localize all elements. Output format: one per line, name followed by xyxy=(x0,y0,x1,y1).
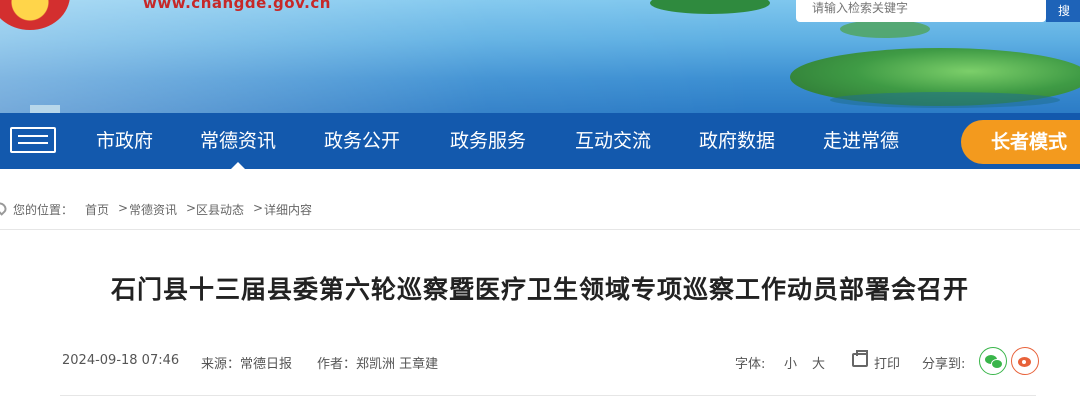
article-date: 2024-09-18 07:46 xyxy=(62,353,180,368)
location-icon xyxy=(0,200,9,216)
article-author: 作者：郑凯洲 王章建 xyxy=(317,357,439,372)
search-button[interactable]: 搜 xyxy=(1046,0,1080,22)
breadcrumb-item-county[interactable]: 区县动态 xyxy=(196,201,244,218)
banner-island xyxy=(840,20,930,38)
search-input[interactable] xyxy=(796,0,1036,22)
nav-item-government-affairs[interactable]: 政务公开 xyxy=(324,113,400,169)
share-label: 分享到: xyxy=(922,357,966,372)
print-icon[interactable] xyxy=(852,350,868,367)
font-large-button[interactable]: 大 xyxy=(812,353,825,372)
article-title: 石门县十三届县委第六轮巡察暨医疗卫生领域专项巡察工作动员部署会召开 xyxy=(110,275,969,304)
nav-item-interaction[interactable]: 互动交流 xyxy=(575,113,651,169)
meta-divider xyxy=(60,395,1036,396)
page: www.changde.gov.cn 搜 市政府 常德资讯 政务公开 政务服务 … xyxy=(0,0,1080,409)
nav-item-city-government[interactable]: 市政府 xyxy=(96,113,153,169)
elder-mode-button[interactable]: 长者模式 xyxy=(961,120,1080,164)
breadcrumb-item-detail: 详细内容 xyxy=(264,203,313,217)
nav-logo-icon[interactable] xyxy=(10,127,56,153)
nav-item-government-data[interactable]: 政府数据 xyxy=(699,113,775,169)
print-button[interactable]: 打印 xyxy=(874,353,900,372)
breadcrumb-item-news[interactable]: 常德资讯 xyxy=(129,201,177,218)
search-box xyxy=(796,0,1046,22)
weibo-share-icon[interactable] xyxy=(1011,347,1039,375)
breadcrumb-prefix: 您的位置： xyxy=(13,203,74,217)
font-size-label: 字体: xyxy=(735,357,766,372)
nav-item-changde-news[interactable]: 常德资讯 xyxy=(200,113,276,169)
banner-building xyxy=(30,105,60,113)
main-nav: 市政府 常德资讯 政务公开 政务服务 互动交流 政府数据 走进常德 xyxy=(0,113,1080,169)
breadcrumb: 您的位置： 首页 > 常德资讯 > 区县动态 > 详细内容 xyxy=(0,195,1080,223)
header-banner: www.changde.gov.cn 搜 xyxy=(0,0,1080,113)
site-url[interactable]: www.changde.gov.cn xyxy=(143,0,331,12)
article-source: 来源：常德日报 xyxy=(201,357,293,372)
breadcrumb-separator: > xyxy=(118,201,129,215)
wechat-share-icon[interactable] xyxy=(979,347,1007,375)
breadcrumb-item-home[interactable]: 首页 xyxy=(85,201,109,218)
banner-water xyxy=(830,92,1060,108)
nav-item-about-changde[interactable]: 走进常德 xyxy=(823,113,899,169)
breadcrumb-separator: > xyxy=(186,201,197,215)
breadcrumb-separator: > xyxy=(253,201,264,215)
nav-item-government-services[interactable]: 政务服务 xyxy=(450,113,526,169)
breadcrumb-divider xyxy=(0,229,1080,230)
font-small-button[interactable]: 小 xyxy=(784,353,797,372)
